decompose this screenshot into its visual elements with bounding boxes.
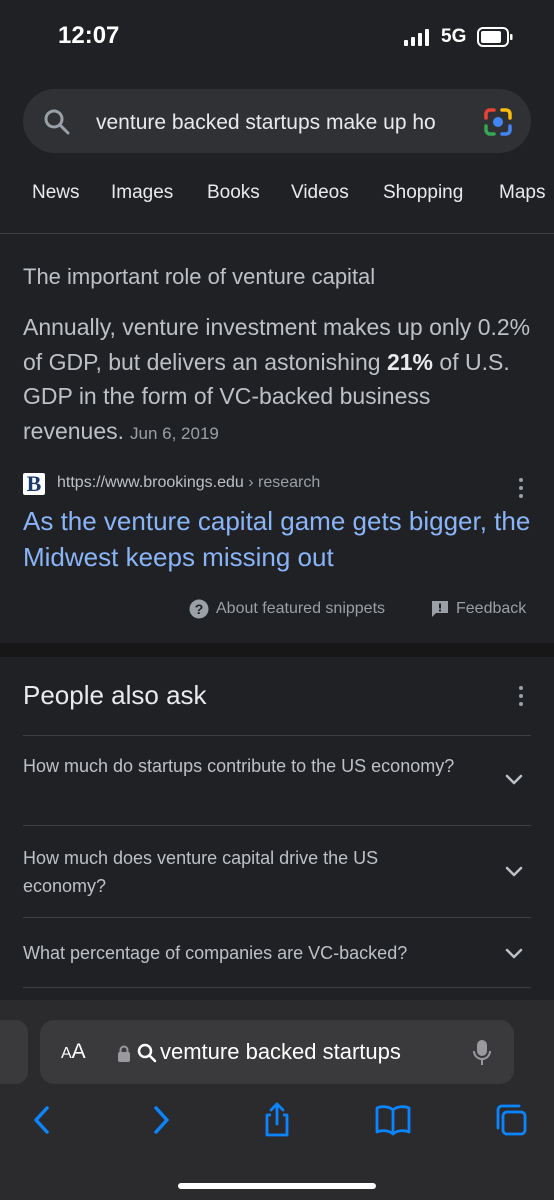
paa-question-2[interactable]: How much does venture capital drive the …: [23, 844, 531, 900]
microphone-icon[interactable]: [472, 1039, 492, 1067]
about-snippets-link[interactable]: About featured snippets: [216, 600, 385, 618]
divider: [23, 825, 531, 826]
question-text: How much do startups contribute to the U…: [23, 756, 455, 776]
share-icon[interactable]: [259, 1102, 295, 1138]
help-icon: ?: [189, 599, 209, 619]
tab-books[interactable]: Books: [207, 182, 260, 204]
source-url[interactable]: https://www.brookings.edu › research: [57, 474, 320, 492]
divider: [23, 735, 531, 736]
bookmarks-icon[interactable]: [375, 1102, 411, 1138]
aa-large: A: [71, 1040, 86, 1063]
signal-icon: [404, 29, 429, 46]
battery-icon: [477, 27, 513, 47]
lock-icon: [118, 1045, 130, 1062]
forward-icon[interactable]: [143, 1102, 179, 1138]
tab-news[interactable]: News: [32, 182, 80, 204]
question-text: What percentage of companies are VC-back…: [23, 943, 408, 963]
status-time: 12:07: [58, 22, 120, 49]
search-tabs: News Images Books Videos Shopping Maps: [0, 178, 554, 214]
previous-tab-preview[interactable]: [0, 1020, 28, 1084]
tab-images[interactable]: Images: [111, 182, 173, 204]
source-domain: https://www.brookings.edu: [57, 474, 244, 491]
aa-small: A: [61, 1045, 72, 1062]
back-icon[interactable]: [24, 1102, 60, 1138]
brookings-favicon-icon: B: [23, 473, 45, 495]
tab-videos[interactable]: Videos: [291, 182, 349, 204]
google-lens-icon[interactable]: [482, 106, 514, 138]
home-indicator: [178, 1183, 376, 1189]
tabs-icon[interactable]: [493, 1102, 529, 1138]
reader-options-button[interactable]: AA: [61, 1040, 86, 1064]
search-icon: [137, 1043, 157, 1063]
section-divider: [0, 643, 554, 657]
search-input[interactable]: venture backed startups make up ho: [96, 108, 466, 138]
divider: [23, 917, 531, 918]
more-options-icon[interactable]: [518, 478, 524, 500]
result-link[interactable]: As the venture capital game gets bigger,…: [23, 503, 538, 575]
paa-more-icon[interactable]: [518, 686, 524, 708]
divider: [0, 233, 554, 234]
chevron-down-icon[interactable]: [504, 946, 524, 960]
snippet-title: The important role of venture capital: [23, 264, 376, 289]
source-breadcrumb: › research: [243, 474, 321, 491]
paa-question-1[interactable]: How much do startups contribute to the U…: [23, 752, 531, 780]
address-text[interactable]: vemture backed startups: [160, 1039, 401, 1065]
paa-question-3[interactable]: What percentage of companies are VC-back…: [23, 939, 531, 967]
network-label: 5G: [441, 26, 467, 47]
search-icon: [44, 109, 70, 135]
svg-text:?: ?: [195, 601, 204, 617]
snippet-bold: 21%: [386, 348, 434, 375]
question-text: How much does venture capital drive the …: [23, 848, 379, 896]
chevron-down-icon[interactable]: [504, 864, 524, 878]
feedback-link[interactable]: Feedback: [456, 600, 526, 618]
tab-shopping[interactable]: Shopping: [383, 182, 463, 204]
chevron-down-icon[interactable]: [504, 772, 524, 786]
tab-maps[interactable]: Maps: [499, 182, 545, 204]
snippet-body: Annually, venture investment makes up on…: [23, 310, 538, 451]
divider: [23, 987, 531, 988]
people-also-ask-title: People also ask: [23, 680, 207, 710]
snippet-date: Jun 6, 2019: [130, 423, 219, 443]
feedback-icon: [432, 601, 448, 617]
